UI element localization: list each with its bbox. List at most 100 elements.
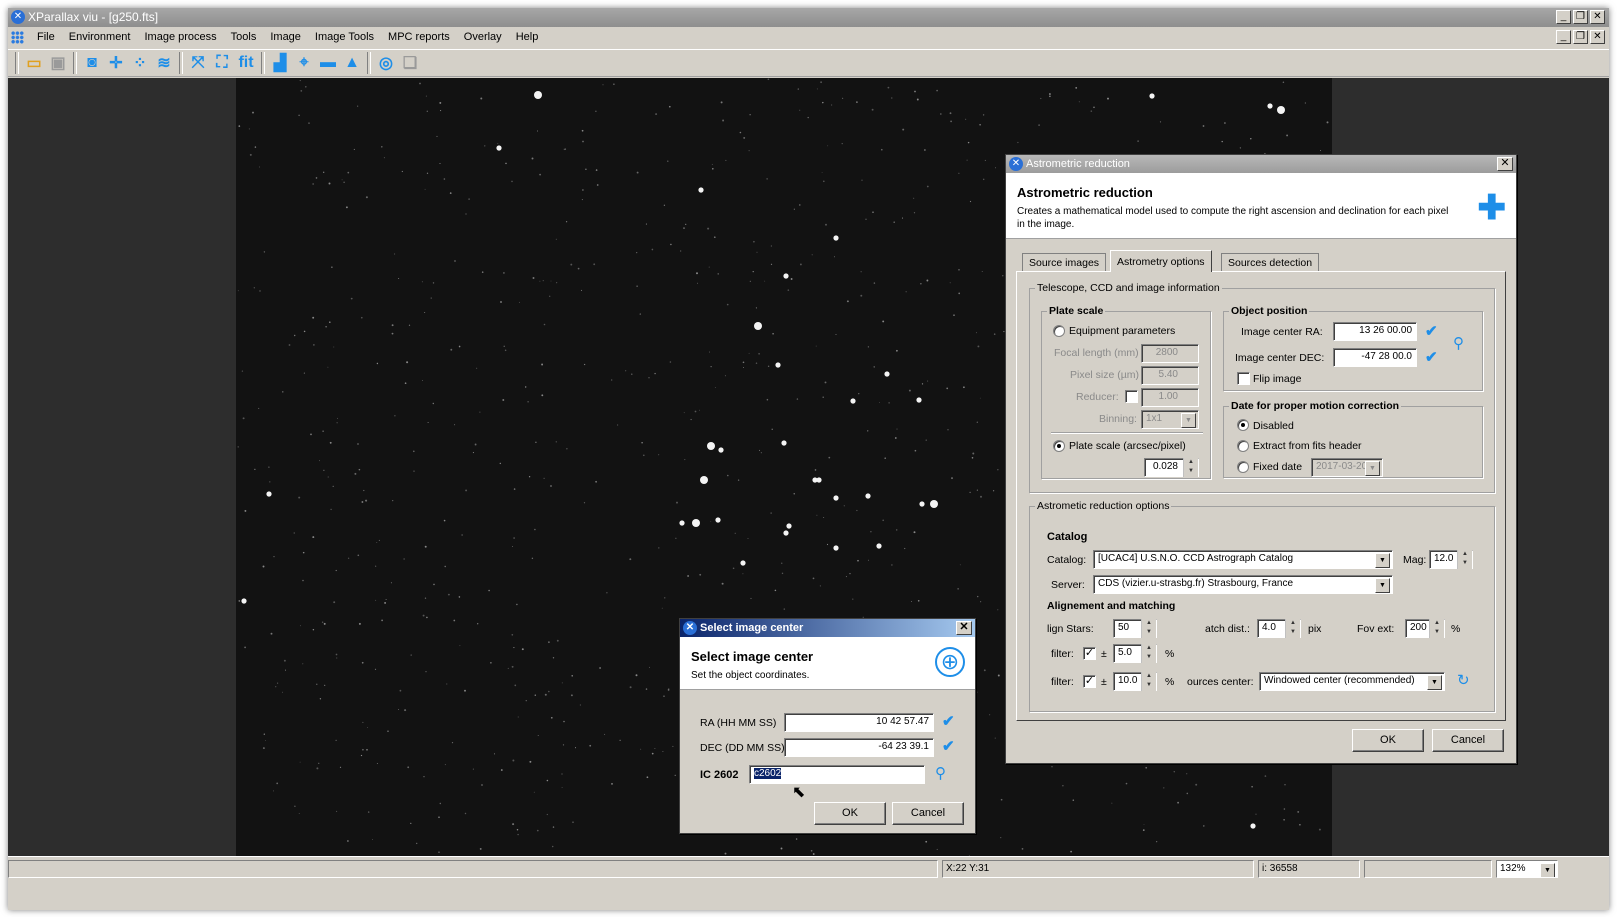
focal-length-field[interactable]: 2800: [1141, 344, 1199, 363]
mag-spinner[interactable]: ▲ ▼: [1457, 550, 1472, 569]
faint-star: [263, 733, 265, 735]
catalog-select[interactable]: [UCAC4] U.S.N.O. CCD Astrograph Catalog ▼: [1093, 550, 1393, 569]
sources-center-select[interactable]: Windowed center (recommended) ▼: [1259, 672, 1445, 691]
ok-button[interactable]: OK: [1352, 729, 1424, 752]
copy-icon[interactable]: ❏: [398, 52, 422, 74]
faint-star: [871, 108, 874, 111]
equipment-parameters-radio[interactable]: [1053, 325, 1065, 337]
menu-image-process[interactable]: Image process: [138, 27, 224, 47]
faint-star: [963, 386, 965, 389]
astrometry-icon[interactable]: ◎: [374, 52, 398, 74]
menu-tools[interactable]: Tools: [224, 27, 264, 47]
fixed-date-radio[interactable]: [1237, 461, 1249, 473]
faint-star: [571, 675, 573, 677]
cancel-button[interactable]: Cancel: [892, 802, 964, 825]
crosshair-icon[interactable]: ✛: [104, 52, 128, 74]
fit-icon[interactable]: fit: [234, 52, 258, 74]
faint-star: [265, 739, 266, 741]
select-icon[interactable]: ⛶: [210, 52, 234, 74]
menu-mpc-reports[interactable]: MPC reports: [381, 27, 457, 47]
app-menu-icon[interactable]: [11, 31, 24, 44]
save-icon[interactable]: ▣: [46, 52, 70, 74]
faint-star: [866, 430, 869, 432]
ok-button[interactable]: OK: [814, 802, 886, 825]
bright-star: [692, 519, 700, 527]
faint-star: [546, 813, 548, 816]
faint-star: [976, 421, 978, 423]
image-center-dec-field[interactable]: -47 28 00.0: [1333, 348, 1417, 367]
refresh-icon[interactable]: ↻: [1457, 671, 1470, 689]
tab-sources-detection[interactable]: Sources detection: [1221, 253, 1320, 272]
align-stars-spinner[interactable]: ▲ ▼: [1141, 619, 1156, 638]
faint-star: [262, 565, 265, 568]
faint-star: [577, 267, 580, 270]
image-center-ra-field[interactable]: 13 26 00.00: [1333, 322, 1417, 341]
reducer-checkbox[interactable]: [1125, 390, 1138, 403]
menu-environment[interactable]: Environment: [62, 27, 138, 47]
faint-star: [916, 98, 919, 101]
extract-header-radio[interactable]: [1237, 440, 1249, 452]
close-button[interactable]: ✕: [1497, 157, 1513, 171]
close-button[interactable]: ✕: [956, 621, 972, 635]
fov-ext-spinner[interactable]: ▲ ▼: [1429, 619, 1444, 638]
filter1-spinner[interactable]: ▲ ▼: [1141, 644, 1156, 663]
minimize-button[interactable]: _: [1556, 10, 1571, 24]
child-close-button[interactable]: ✕: [1590, 30, 1605, 44]
tab-astrometry-options[interactable]: Astrometry options: [1110, 250, 1212, 272]
app-logo-icon: ✕: [1009, 157, 1023, 171]
cancel-button[interactable]: Cancel: [1432, 729, 1504, 752]
faint-star: [1177, 801, 1180, 804]
triangle-icon[interactable]: ▲: [340, 52, 364, 74]
child-minimize-button[interactable]: _: [1556, 30, 1571, 44]
dec-field[interactable]: -64 23 39.1: [784, 738, 934, 757]
child-restore-button[interactable]: ❐: [1573, 30, 1588, 44]
menu-image-tools[interactable]: Image Tools: [308, 27, 381, 47]
faint-star: [532, 277, 535, 279]
search-icon[interactable]: ⚲: [935, 764, 946, 782]
menu-image[interactable]: Image: [263, 27, 308, 47]
close-button[interactable]: ✕: [1590, 10, 1605, 24]
fixed-date-select[interactable]: 2017-03-20 ▼: [1311, 458, 1383, 477]
search-icon[interactable]: ⚲: [1453, 334, 1464, 352]
faint-star: [426, 110, 428, 112]
reducer-field[interactable]: 1.00: [1141, 388, 1199, 407]
ruler-icon[interactable]: ▬: [316, 52, 340, 74]
calibrate-icon[interactable]: ≋: [152, 52, 176, 74]
faint-star: [747, 537, 749, 539]
disabled-radio[interactable]: [1237, 419, 1249, 431]
match-dist-spinner[interactable]: ▲ ▼: [1285, 619, 1300, 638]
ra-field[interactable]: 10 42 57.47: [784, 713, 934, 732]
filter1-checkbox[interactable]: ✓: [1083, 647, 1096, 660]
plate-scale-spinner[interactable]: ▲ ▼: [1183, 458, 1198, 477]
faint-star: [636, 285, 638, 287]
faint-star: [619, 739, 621, 741]
flip-image-checkbox[interactable]: [1237, 372, 1250, 385]
server-select[interactable]: CDS (vizier.u-strasbg.fr) Strasbourg, Fr…: [1093, 575, 1393, 594]
faint-star: [323, 469, 325, 471]
open-icon[interactable]: ▭: [22, 52, 46, 74]
expand-icon[interactable]: ⤧: [186, 52, 210, 74]
binning-select[interactable]: 1x1 ▼: [1141, 410, 1199, 429]
pixel-size-field[interactable]: 5.40: [1141, 366, 1199, 385]
stars-icon[interactable]: ⁘: [128, 52, 152, 74]
maximize-button[interactable]: ❐: [1573, 10, 1588, 24]
faint-star: [927, 380, 929, 382]
faint-star: [464, 689, 466, 692]
histogram-icon[interactable]: ▟: [268, 52, 292, 74]
object-search-field[interactable]: c2602: [749, 765, 925, 784]
camera-icon[interactable]: ◙: [80, 52, 104, 74]
target-icon[interactable]: ⌖: [292, 52, 316, 74]
zoom-select[interactable]: 132% ▼: [1496, 860, 1558, 878]
plate-scale-radio[interactable]: [1053, 440, 1065, 452]
filter2-spinner[interactable]: ▲ ▼: [1141, 672, 1156, 691]
filter2-checkbox[interactable]: ✓: [1083, 675, 1096, 688]
tab-source-images[interactable]: Source images: [1022, 253, 1107, 272]
menu-file[interactable]: File: [30, 27, 62, 47]
menu-help[interactable]: Help: [509, 27, 546, 47]
faint-star: [269, 481, 271, 483]
bright-star: [718, 447, 724, 453]
menu-overlay[interactable]: Overlay: [457, 27, 509, 47]
faint-star: [480, 97, 483, 100]
faint-star: [283, 659, 286, 662]
filter1-unit: %: [1165, 648, 1175, 660]
